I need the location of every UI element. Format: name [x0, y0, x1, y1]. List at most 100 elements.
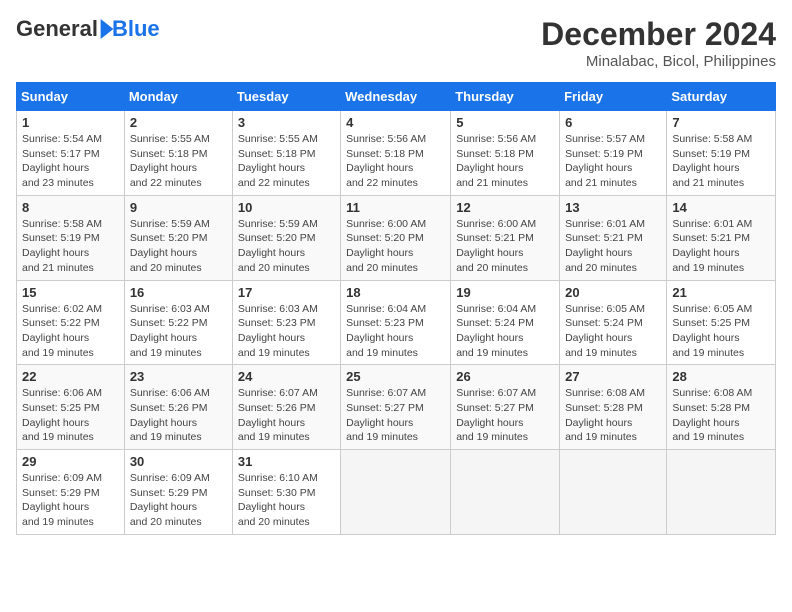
day-info: Sunrise: 6:05 AM Sunset: 5:25 PM Dayligh… — [672, 302, 770, 361]
calendar-cell: 20 Sunrise: 6:05 AM Sunset: 5:24 PM Dayl… — [560, 280, 667, 365]
calendar-cell: 28 Sunrise: 6:08 AM Sunset: 5:28 PM Dayl… — [667, 365, 776, 450]
calendar-cell: 24 Sunrise: 6:07 AM Sunset: 5:26 PM Dayl… — [232, 365, 340, 450]
day-number: 29 — [22, 454, 119, 469]
day-number: 28 — [672, 369, 770, 384]
logo: General Blue — [16, 16, 160, 42]
calendar-week-row: 22 Sunrise: 6:06 AM Sunset: 5:25 PM Dayl… — [17, 365, 776, 450]
day-number: 12 — [456, 200, 554, 215]
day-info: Sunrise: 6:06 AM Sunset: 5:25 PM Dayligh… — [22, 386, 119, 445]
day-info: Sunrise: 6:09 AM Sunset: 5:29 PM Dayligh… — [22, 471, 119, 530]
day-info: Sunrise: 5:55 AM Sunset: 5:18 PM Dayligh… — [238, 132, 335, 191]
day-info: Sunrise: 6:10 AM Sunset: 5:30 PM Dayligh… — [238, 471, 335, 530]
day-info: Sunrise: 6:09 AM Sunset: 5:29 PM Dayligh… — [130, 471, 227, 530]
location-title: Minalabac, Bicol, Philippines — [541, 53, 776, 70]
day-info: Sunrise: 6:01 AM Sunset: 5:21 PM Dayligh… — [672, 217, 770, 276]
day-info: Sunrise: 6:08 AM Sunset: 5:28 PM Dayligh… — [565, 386, 661, 445]
day-info: Sunrise: 6:07 AM Sunset: 5:27 PM Dayligh… — [346, 386, 445, 445]
day-info: Sunrise: 5:56 AM Sunset: 5:18 PM Dayligh… — [456, 132, 554, 191]
day-number: 13 — [565, 200, 661, 215]
day-number: 21 — [672, 285, 770, 300]
day-number: 10 — [238, 200, 335, 215]
day-info: Sunrise: 5:55 AM Sunset: 5:18 PM Dayligh… — [130, 132, 227, 191]
calendar-week-row: 15 Sunrise: 6:02 AM Sunset: 5:22 PM Dayl… — [17, 280, 776, 365]
day-number: 8 — [22, 200, 119, 215]
calendar-cell: 2 Sunrise: 5:55 AM Sunset: 5:18 PM Dayli… — [124, 111, 232, 196]
day-number: 26 — [456, 369, 554, 384]
logo-blue-text: Blue — [112, 16, 160, 42]
day-number: 31 — [238, 454, 335, 469]
day-info: Sunrise: 6:00 AM Sunset: 5:20 PM Dayligh… — [346, 217, 445, 276]
day-info: Sunrise: 5:58 AM Sunset: 5:19 PM Dayligh… — [22, 217, 119, 276]
day-info: Sunrise: 5:54 AM Sunset: 5:17 PM Dayligh… — [22, 132, 119, 191]
day-number: 16 — [130, 285, 227, 300]
calendar-cell: 3 Sunrise: 5:55 AM Sunset: 5:18 PM Dayli… — [232, 111, 340, 196]
day-number: 19 — [456, 285, 554, 300]
day-info: Sunrise: 5:58 AM Sunset: 5:19 PM Dayligh… — [672, 132, 770, 191]
day-info: Sunrise: 5:59 AM Sunset: 5:20 PM Dayligh… — [130, 217, 227, 276]
day-info: Sunrise: 6:00 AM Sunset: 5:21 PM Dayligh… — [456, 217, 554, 276]
calendar-cell: 12 Sunrise: 6:00 AM Sunset: 5:21 PM Dayl… — [451, 195, 560, 280]
day-info: Sunrise: 6:03 AM Sunset: 5:22 PM Dayligh… — [130, 302, 227, 361]
day-info: Sunrise: 6:07 AM Sunset: 5:26 PM Dayligh… — [238, 386, 335, 445]
calendar-cell: 7 Sunrise: 5:58 AM Sunset: 5:19 PM Dayli… — [667, 111, 776, 196]
header: General Blue December 2024 Minalabac, Bi… — [16, 16, 776, 70]
calendar-cell: 19 Sunrise: 6:04 AM Sunset: 5:24 PM Dayl… — [451, 280, 560, 365]
calendar-cell — [667, 450, 776, 535]
title-area: December 2024 Minalabac, Bicol, Philippi… — [541, 16, 776, 70]
calendar-cell: 23 Sunrise: 6:06 AM Sunset: 5:26 PM Dayl… — [124, 365, 232, 450]
day-number: 23 — [130, 369, 227, 384]
day-number: 25 — [346, 369, 445, 384]
calendar-cell: 5 Sunrise: 5:56 AM Sunset: 5:18 PM Dayli… — [451, 111, 560, 196]
logo-general-text: General — [16, 16, 98, 42]
weekday-header-cell: Friday — [560, 83, 667, 111]
weekday-header-row: SundayMondayTuesdayWednesdayThursdayFrid… — [17, 83, 776, 111]
day-number: 9 — [130, 200, 227, 215]
weekday-header-cell: Thursday — [451, 83, 560, 111]
calendar-body: 1 Sunrise: 5:54 AM Sunset: 5:17 PM Dayli… — [17, 111, 776, 535]
calendar-cell: 8 Sunrise: 5:58 AM Sunset: 5:19 PM Dayli… — [17, 195, 125, 280]
weekday-header-cell: Wednesday — [341, 83, 451, 111]
day-info: Sunrise: 5:59 AM Sunset: 5:20 PM Dayligh… — [238, 217, 335, 276]
day-number: 14 — [672, 200, 770, 215]
calendar-cell: 22 Sunrise: 6:06 AM Sunset: 5:25 PM Dayl… — [17, 365, 125, 450]
calendar-cell: 16 Sunrise: 6:03 AM Sunset: 5:22 PM Dayl… — [124, 280, 232, 365]
day-info: Sunrise: 6:02 AM Sunset: 5:22 PM Dayligh… — [22, 302, 119, 361]
weekday-header-cell: Monday — [124, 83, 232, 111]
calendar-cell: 18 Sunrise: 6:04 AM Sunset: 5:23 PM Dayl… — [341, 280, 451, 365]
day-number: 5 — [456, 115, 554, 130]
day-info: Sunrise: 6:04 AM Sunset: 5:24 PM Dayligh… — [456, 302, 554, 361]
day-number: 6 — [565, 115, 661, 130]
calendar-cell: 10 Sunrise: 5:59 AM Sunset: 5:20 PM Dayl… — [232, 195, 340, 280]
calendar-cell: 14 Sunrise: 6:01 AM Sunset: 5:21 PM Dayl… — [667, 195, 776, 280]
calendar-cell: 11 Sunrise: 6:00 AM Sunset: 5:20 PM Dayl… — [341, 195, 451, 280]
calendar-table: SundayMondayTuesdayWednesdayThursdayFrid… — [16, 82, 776, 535]
day-info: Sunrise: 5:57 AM Sunset: 5:19 PM Dayligh… — [565, 132, 661, 191]
calendar-cell: 29 Sunrise: 6:09 AM Sunset: 5:29 PM Dayl… — [17, 450, 125, 535]
calendar-week-row: 29 Sunrise: 6:09 AM Sunset: 5:29 PM Dayl… — [17, 450, 776, 535]
calendar-cell — [451, 450, 560, 535]
day-info: Sunrise: 6:04 AM Sunset: 5:23 PM Dayligh… — [346, 302, 445, 361]
day-info: Sunrise: 5:56 AM Sunset: 5:18 PM Dayligh… — [346, 132, 445, 191]
weekday-header-cell: Sunday — [17, 83, 125, 111]
day-number: 17 — [238, 285, 335, 300]
day-number: 1 — [22, 115, 119, 130]
day-info: Sunrise: 6:03 AM Sunset: 5:23 PM Dayligh… — [238, 302, 335, 361]
day-number: 24 — [238, 369, 335, 384]
calendar-cell: 30 Sunrise: 6:09 AM Sunset: 5:29 PM Dayl… — [124, 450, 232, 535]
calendar-cell: 26 Sunrise: 6:07 AM Sunset: 5:27 PM Dayl… — [451, 365, 560, 450]
day-number: 27 — [565, 369, 661, 384]
calendar-week-row: 1 Sunrise: 5:54 AM Sunset: 5:17 PM Dayli… — [17, 111, 776, 196]
day-number: 3 — [238, 115, 335, 130]
day-number: 18 — [346, 285, 445, 300]
day-number: 4 — [346, 115, 445, 130]
day-info: Sunrise: 6:06 AM Sunset: 5:26 PM Dayligh… — [130, 386, 227, 445]
calendar-cell — [341, 450, 451, 535]
calendar-cell: 13 Sunrise: 6:01 AM Sunset: 5:21 PM Dayl… — [560, 195, 667, 280]
day-info: Sunrise: 6:07 AM Sunset: 5:27 PM Dayligh… — [456, 386, 554, 445]
weekday-header-cell: Tuesday — [232, 83, 340, 111]
day-info: Sunrise: 6:01 AM Sunset: 5:21 PM Dayligh… — [565, 217, 661, 276]
calendar-cell: 31 Sunrise: 6:10 AM Sunset: 5:30 PM Dayl… — [232, 450, 340, 535]
day-number: 7 — [672, 115, 770, 130]
calendar-cell: 15 Sunrise: 6:02 AM Sunset: 5:22 PM Dayl… — [17, 280, 125, 365]
calendar-cell: 4 Sunrise: 5:56 AM Sunset: 5:18 PM Dayli… — [341, 111, 451, 196]
